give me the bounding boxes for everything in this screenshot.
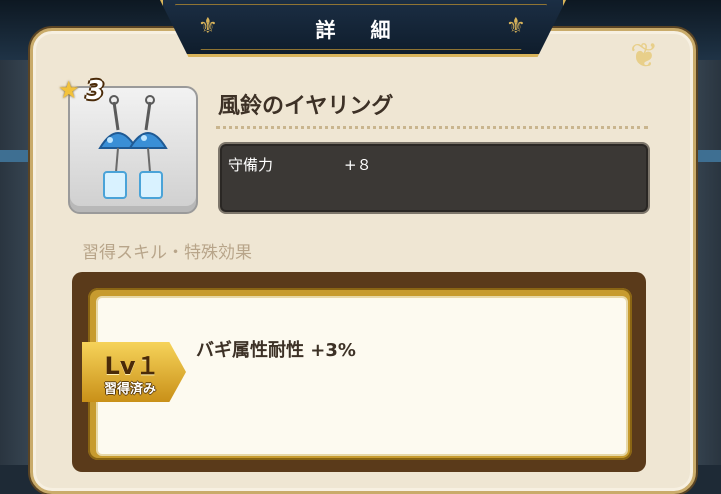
dotted-divider — [216, 126, 648, 129]
fleur-de-lis-icon: ⚜ — [198, 14, 218, 39]
fleur-de-lis-icon: ⚜ — [506, 14, 526, 39]
rarity-level: 3 — [86, 76, 105, 106]
corner-ornament-icon: ❦ — [630, 36, 659, 76]
stat-label-defense: 守備力 — [228, 156, 274, 174]
skills-section-title: 習得スキル・特殊効果 — [82, 243, 252, 263]
acquired-status: 習得済み — [103, 382, 156, 397]
skill-description: バギ属性耐性 +3% — [196, 340, 356, 361]
level-label: Lv１ — [104, 352, 160, 380]
item-name: 風鈴のイヤリング — [218, 94, 394, 119]
earring-icon — [98, 95, 168, 199]
panel-title: 詳 細 — [315, 18, 405, 42]
rarity-star-icon: ★ — [58, 76, 80, 104]
stat-box — [218, 142, 650, 214]
stat-value-defense: +８ — [344, 156, 372, 174]
